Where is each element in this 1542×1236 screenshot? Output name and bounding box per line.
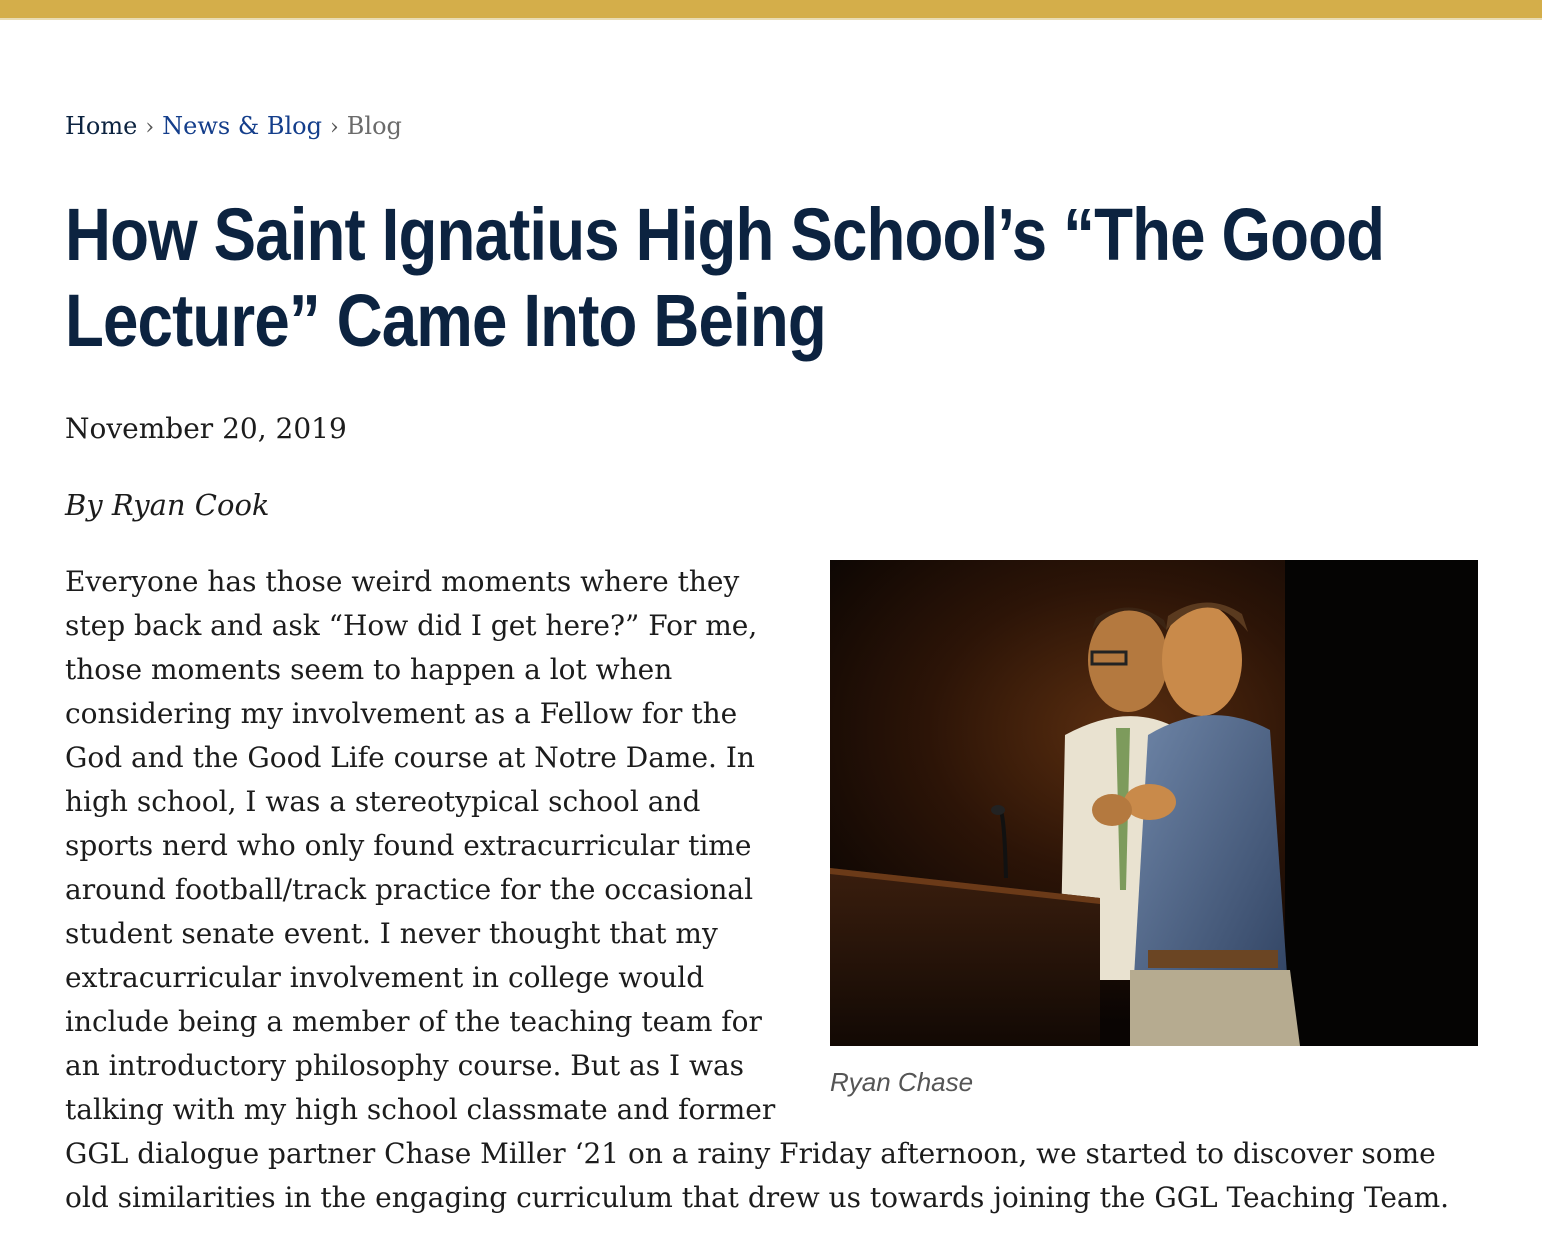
top-accent-bar bbox=[0, 0, 1542, 18]
breadcrumb-news-blog-link[interactable]: News & Blog bbox=[162, 112, 322, 140]
article-body: Ryan Chase Everyone has those weird mome… bbox=[65, 560, 1478, 1220]
breadcrumb: Home › News & Blog › Blog bbox=[65, 110, 402, 144]
author-byline: By Ryan Cook bbox=[65, 488, 270, 522]
breadcrumb-separator: › bbox=[145, 115, 155, 140]
breadcrumb-home-link[interactable]: Home bbox=[65, 112, 137, 140]
breadcrumb-separator: › bbox=[329, 115, 339, 140]
photo-caption: Ryan Chase bbox=[830, 1067, 974, 1097]
top-accent-divider bbox=[0, 18, 1542, 20]
page-title: How Saint Ignatius High School’s “The Go… bbox=[65, 193, 1385, 362]
breadcrumb-current: Blog bbox=[346, 112, 402, 140]
post-date: November 20, 2019 bbox=[65, 412, 347, 445]
article-figure: Ryan Chase bbox=[830, 560, 1478, 1100]
article-photo bbox=[830, 560, 1478, 1046]
